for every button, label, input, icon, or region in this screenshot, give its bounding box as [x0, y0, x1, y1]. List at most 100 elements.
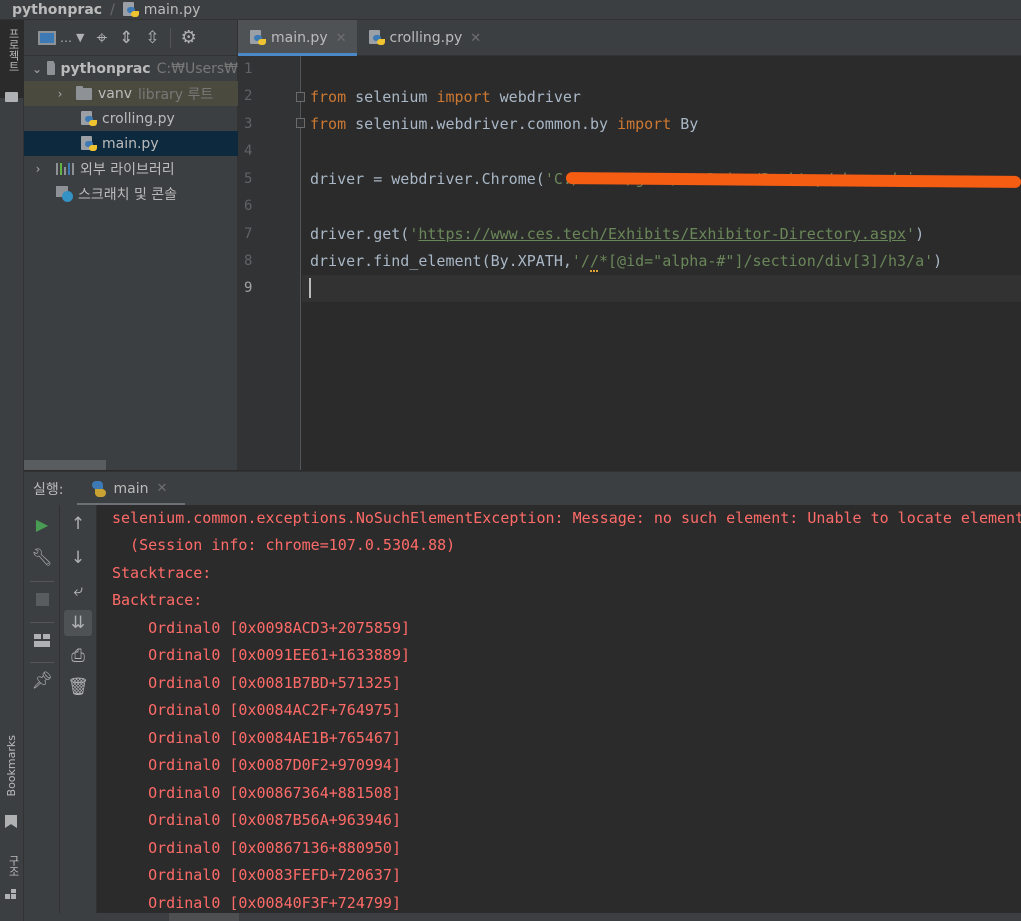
- console-line: Ordinal0 [0x0091EE61+1633889]: [112, 646, 411, 664]
- run-toolbar-secondary: ↑ ↓ ⤶ ⇊ ⎙ 🗑︎: [60, 505, 97, 921]
- python-icon: [91, 480, 107, 497]
- view-mode-label[interactable]: …: [60, 31, 72, 45]
- stop-icon[interactable]: [24, 586, 60, 612]
- tree-item-scratches[interactable]: 스크래치 및 콘솔: [24, 181, 238, 206]
- fold-end-icon[interactable]: [296, 118, 305, 128]
- breadcrumb: pythonprac / main.py: [0, 0, 1021, 20]
- pin-icon[interactable]: 📌︎: [24, 668, 60, 694]
- line-number: 8: [244, 253, 253, 269]
- python-file-icon: [122, 1, 139, 18]
- toolbar-divider: [30, 581, 54, 582]
- structure-tool-button[interactable]: 구조: [0, 855, 24, 905]
- code-editor[interactable]: 1 2 3 4 5 6 7 8 9 from selenium import w…: [238, 56, 1021, 442]
- tree-item-vanv[interactable]: › vanv library 루트: [24, 81, 238, 106]
- bookmarks-label: Bookmarks: [5, 735, 18, 797]
- run-panel-header: 실행: main ✕: [24, 471, 1021, 506]
- left-tool-stripe: 프로젝트 Bookmarks 구조: [0, 20, 24, 921]
- trash-icon[interactable]: 🗑︎: [60, 674, 96, 700]
- line-number-gutter: 1 2 3 4 5 6 7 8 9: [238, 56, 301, 442]
- console-line: Ordinal0 [0x0098ACD3+2075859]: [112, 619, 411, 637]
- chevron-down-icon[interactable]: ▼: [76, 31, 84, 44]
- chevron-right-icon[interactable]: ›: [54, 87, 66, 101]
- python-file-icon: [81, 135, 97, 152]
- scroll-to-end-icon[interactable]: ⇊: [64, 610, 92, 636]
- line-number: 4: [244, 143, 253, 159]
- locate-icon[interactable]: ⌖: [96, 27, 107, 49]
- console-line: Ordinal0 [0x0081B7BD+571325]: [112, 674, 401, 692]
- console-line: Ordinal0 [0x00867136+880950]: [112, 839, 401, 857]
- url-link[interactable]: https://www.ces.tech/Exhibits/Exhibitor-…: [418, 225, 906, 243]
- arrow-down-icon[interactable]: ↓: [60, 545, 96, 571]
- console-line: Ordinal0 [0x00867364+881508]: [112, 784, 401, 802]
- folder-icon: [76, 85, 92, 100]
- tab-crolling-py[interactable]: crolling.py ✕: [357, 20, 492, 56]
- close-icon[interactable]: ✕: [336, 31, 347, 46]
- chevron-down-icon[interactable]: ⌄: [32, 62, 42, 76]
- console-line: Ordinal0 [0x0087D0F2+970994]: [112, 756, 401, 774]
- project-horizontal-scrollbar[interactable]: [24, 460, 106, 470]
- close-icon[interactable]: ✕: [156, 481, 167, 496]
- scrollbar-thumb[interactable]: [169, 913, 239, 921]
- line-number: 1: [244, 61, 253, 77]
- text-caret: [309, 278, 311, 298]
- run-icon[interactable]: ▶: [24, 511, 60, 537]
- collapse-all-icon[interactable]: ⇳: [145, 28, 159, 48]
- project-panel: … ▼ ⌖ ⇕ ⇳ ⚙ ⌄ pythonprac C:₩Users₩ › van…: [24, 20, 238, 470]
- chevron-right-icon[interactable]: ›: [32, 162, 44, 176]
- structure-icon: [5, 889, 17, 899]
- toolbar-divider: [30, 622, 54, 623]
- wrench-icon[interactable]: 🔧︎: [24, 545, 60, 571]
- tree-item-label: pythonprac: [60, 60, 151, 77]
- code-line-8: driver.find_element(By.XPATH,'//*[@id="a…: [310, 252, 943, 270]
- tree-item-crolling-py[interactable]: crolling.py: [24, 106, 238, 131]
- gear-icon[interactable]: ⚙: [181, 27, 197, 48]
- console-line: Ordinal0 [0x0084AE1B+765467]: [112, 729, 401, 747]
- current-line-highlight: [302, 275, 1021, 302]
- tab-label: main.py: [271, 30, 328, 46]
- folder-icon: [47, 60, 55, 75]
- arrow-up-icon[interactable]: ↑: [60, 511, 96, 537]
- tab-main-py[interactable]: main.py ✕: [238, 20, 357, 56]
- console-line: Ordinal0 [0x00840F3F+724799]: [112, 894, 401, 912]
- tree-item-hint: C:₩Users₩: [156, 60, 238, 77]
- line-number: 3: [244, 116, 253, 132]
- toolbar-divider: [169, 27, 171, 48]
- line-number: 7: [244, 226, 253, 242]
- console-line: (Session info: chrome=107.0.5304.88): [112, 536, 456, 554]
- bookmarks-tool-button[interactable]: Bookmarks: [0, 735, 24, 835]
- code-line-2: from selenium import webdriver: [310, 88, 581, 106]
- console-horizontal-scrollbar[interactable]: [24, 913, 1021, 921]
- editor-tabs: main.py ✕ crolling.py ✕: [238, 20, 1021, 56]
- python-file-icon: [81, 110, 97, 127]
- tree-item-main-py[interactable]: main.py: [24, 131, 238, 156]
- tree-item-label: main.py: [102, 135, 159, 152]
- line-number: 6: [244, 198, 253, 214]
- code-line-7: driver.get('https://www.ces.tech/Exhibit…: [310, 225, 925, 243]
- close-icon[interactable]: ✕: [470, 31, 481, 46]
- expand-all-icon[interactable]: ⇕: [119, 28, 133, 48]
- console-line: selenium.common.exceptions.NoSuchElement…: [112, 509, 1021, 527]
- run-tab-main[interactable]: main ✕: [77, 472, 186, 506]
- line-number: 2: [244, 88, 253, 104]
- structure-label: 구조: [7, 855, 20, 877]
- line-number: 5: [244, 171, 253, 187]
- breadcrumb-project[interactable]: pythonprac: [12, 2, 102, 18]
- soft-wrap-icon[interactable]: ⤶: [60, 578, 96, 604]
- code-line-3: from selenium.webdriver.common.by import…: [310, 115, 699, 133]
- fold-start-icon[interactable]: [296, 92, 305, 102]
- project-tool-label: 프로젝트: [7, 28, 20, 72]
- layout-icon[interactable]: [24, 627, 60, 653]
- python-file-icon: [250, 30, 266, 46]
- library-icon: [56, 162, 74, 175]
- console-output[interactable]: selenium.common.exceptions.NoSuchElement…: [97, 505, 1021, 913]
- line-number: 9: [244, 280, 253, 296]
- tree-item-external-libraries[interactable]: › 외부 라이브러리: [24, 156, 238, 181]
- view-mode-icon[interactable]: [38, 30, 56, 45]
- project-tool-button[interactable]: 프로젝트: [0, 20, 24, 102]
- editor-bottom-area: [238, 442, 1021, 470]
- tree-item-pythonprac[interactable]: ⌄ pythonprac C:₩Users₩: [24, 56, 238, 81]
- breadcrumb-file[interactable]: main.py: [144, 2, 201, 18]
- print-icon[interactable]: ⎙: [60, 643, 96, 669]
- console-line: Backtrace:: [112, 591, 203, 609]
- bookmark-icon: [5, 815, 17, 828]
